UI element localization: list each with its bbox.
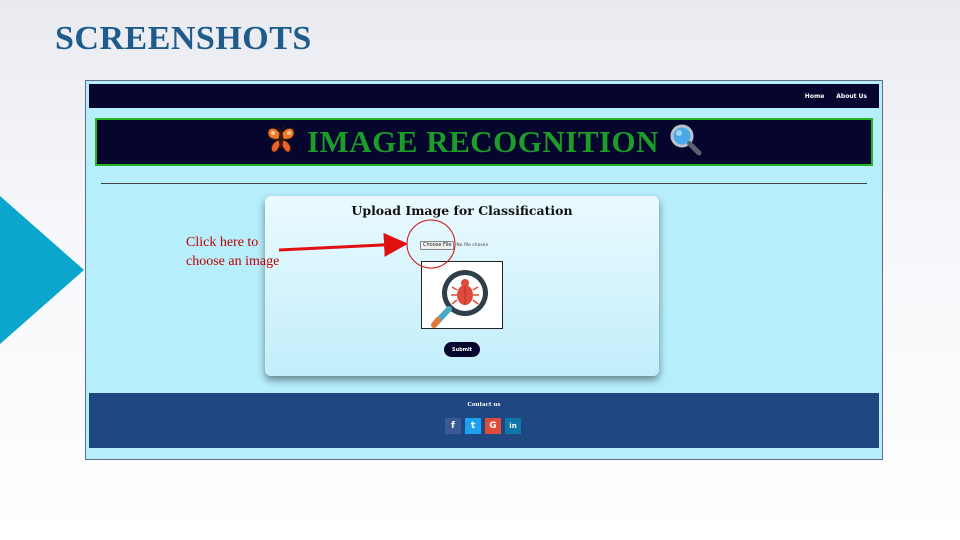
annotation-overlay <box>278 219 456 269</box>
annotation-circle <box>406 219 456 269</box>
annotation-arrow <box>278 232 408 257</box>
